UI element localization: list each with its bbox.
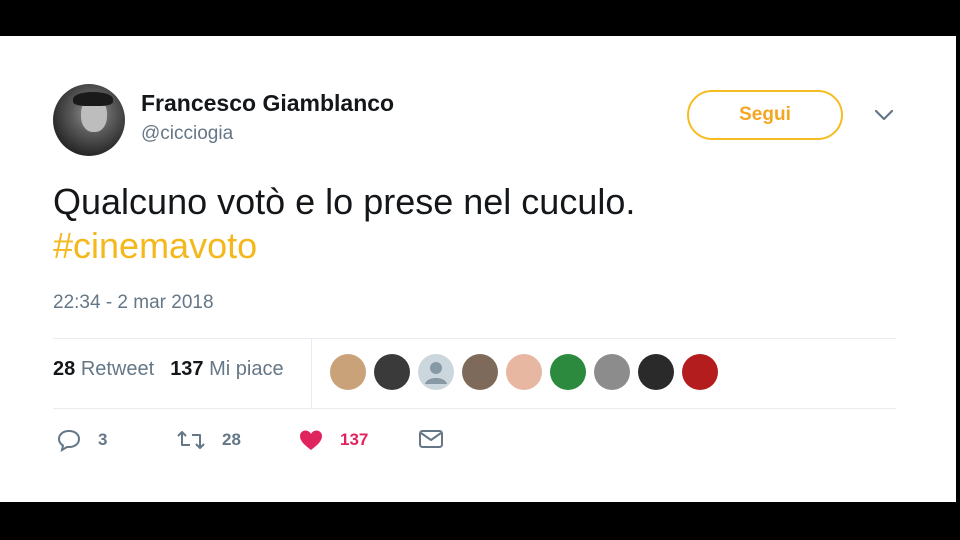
likers-avatars [330,354,718,390]
reply-icon [57,429,81,452]
likes-label: Mi piace [209,358,284,380]
liker-avatar[interactable] [418,354,454,390]
liker-avatar[interactable] [682,354,718,390]
follow-button[interactable]: Segui [687,90,843,140]
divider-top [53,338,896,339]
hashtag-link[interactable]: #cinemavoto [53,224,893,268]
reply-count: 3 [98,430,108,449]
envelope-icon [419,430,443,448]
tweet-card: Francesco Giamblanco @cicciogia Segui Qu… [0,36,956,502]
like-count: 137 [340,430,369,449]
retweets-label: Retweet [80,358,155,380]
heart-icon [300,430,322,450]
bottom-black-bar [0,502,960,540]
retweets-count: 28 [53,358,76,380]
author-avatar[interactable] [53,84,125,156]
tweet-body: Qualcuno votò e lo prese nel cuculo. [53,181,636,222]
retweet-icon [177,431,205,449]
liker-avatar[interactable] [506,354,542,390]
liker-avatar[interactable] [330,354,366,390]
retweet-count: 28 [222,430,241,449]
author-name[interactable]: Francesco Giamblanco [141,90,394,117]
chevron-down-icon[interactable] [874,108,894,122]
retweet-action[interactable]: 28 [176,428,241,452]
liker-avatar[interactable] [462,354,498,390]
divider-bottom [53,408,896,409]
likes-stat[interactable]: 137 Mi piace [170,358,283,381]
stats-separator [311,338,312,408]
author-handle[interactable]: @cicciogia [141,123,233,145]
likes-count: 137 [170,358,204,380]
tweet-timestamp[interactable]: 22:34 - 2 mar 2018 [53,292,214,314]
liker-avatar[interactable] [550,354,586,390]
liker-avatar[interactable] [594,354,630,390]
liker-avatar[interactable] [374,354,410,390]
reply-action[interactable]: 3 [56,428,107,452]
top-black-bar [0,0,960,36]
message-action[interactable] [418,428,444,450]
default-user-icon [425,362,447,384]
tweet-stats: 28 Retweet 137 Mi piace [53,358,284,381]
retweets-stat[interactable]: 28 Retweet [53,358,154,381]
liker-avatar[interactable] [638,354,674,390]
like-action[interactable]: 137 [298,428,368,452]
tweet-text: Qualcuno votò e lo prese nel cuculo. #ci… [53,180,893,268]
